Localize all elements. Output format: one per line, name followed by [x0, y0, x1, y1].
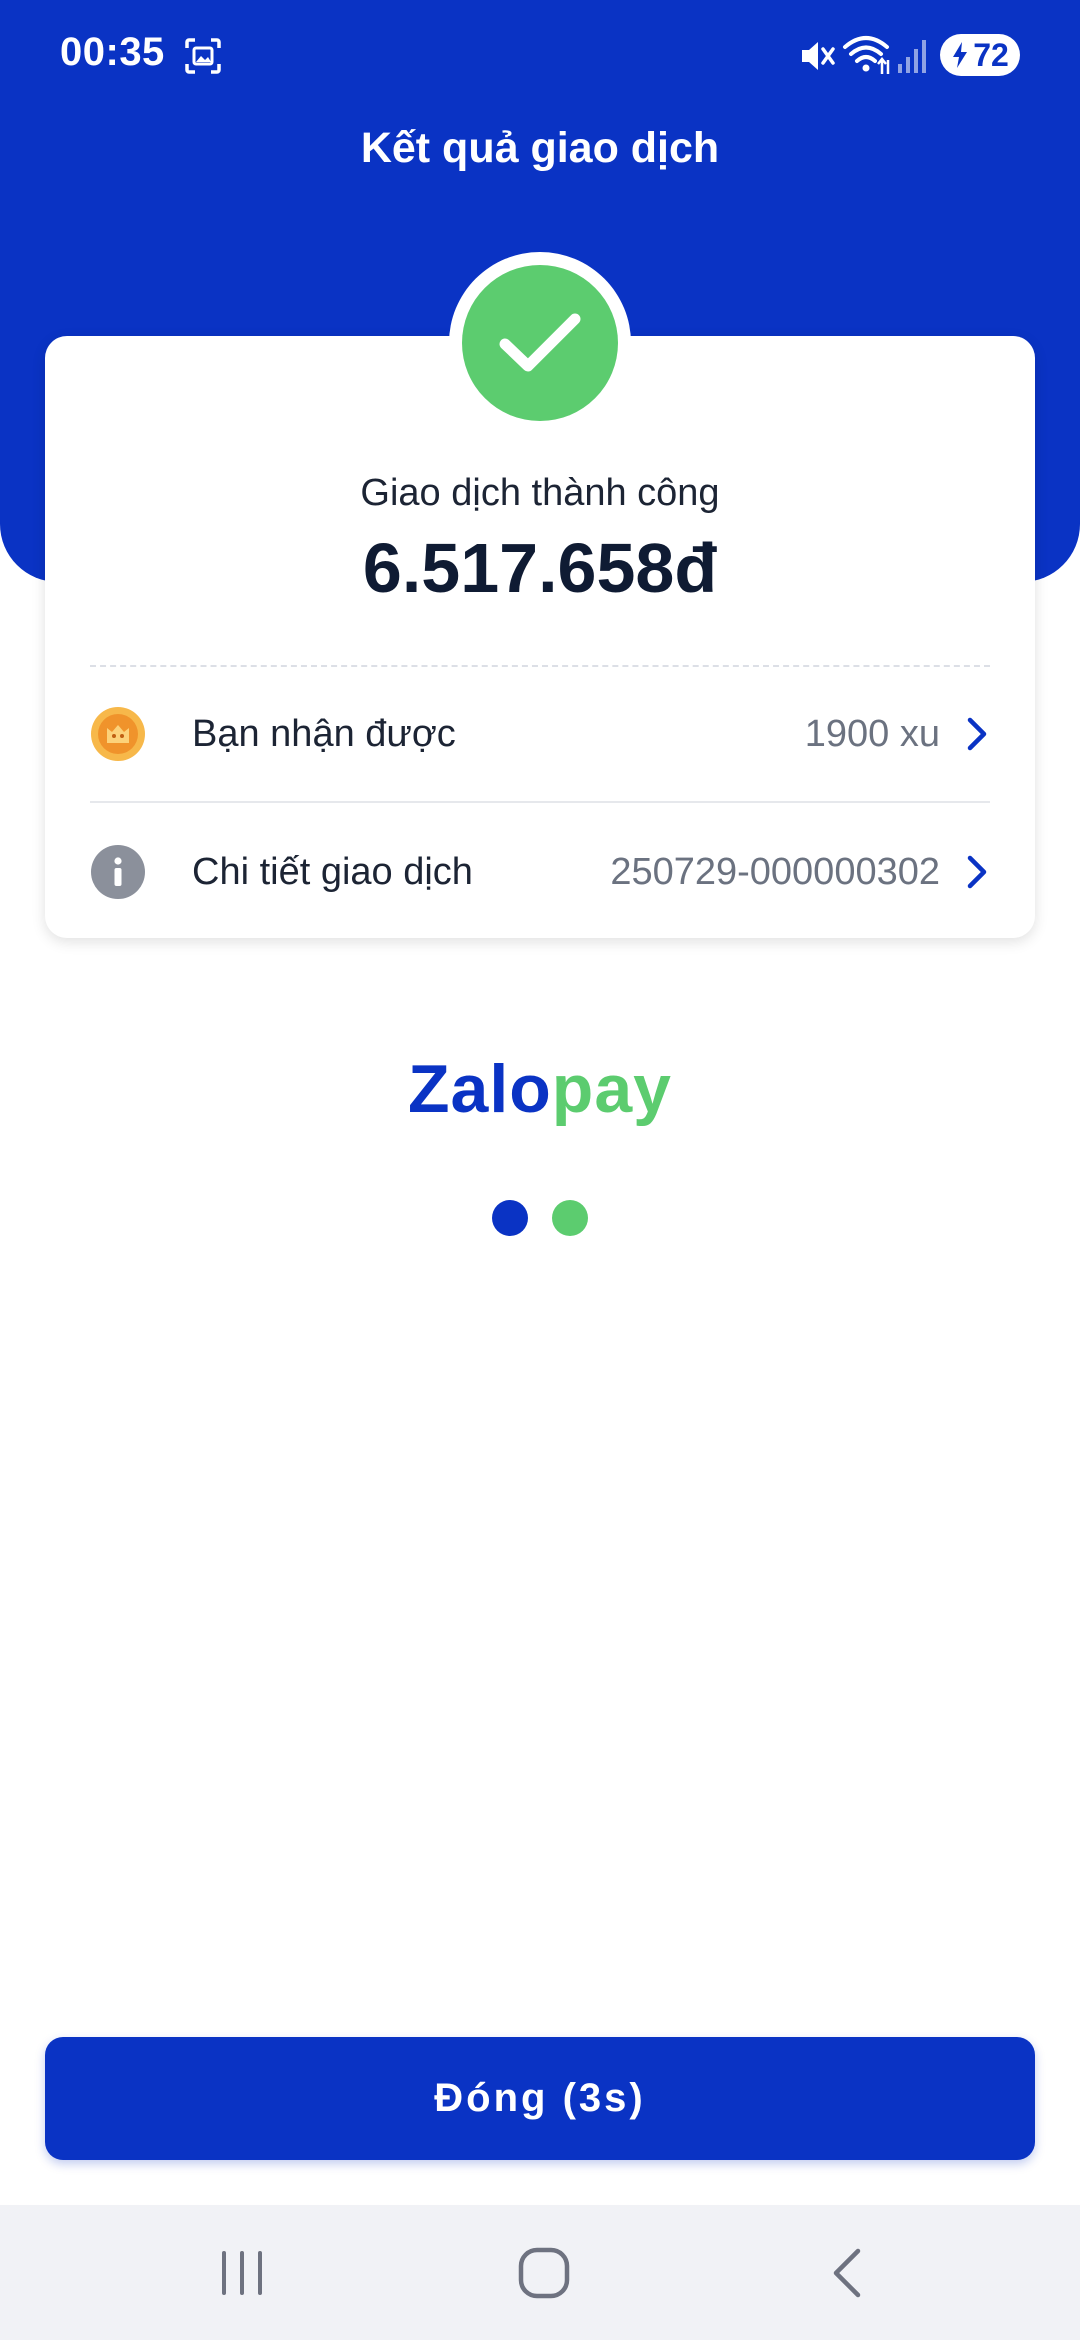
info-icon: [91, 845, 145, 899]
row-divider: [90, 801, 990, 803]
screenshot-icon: [185, 38, 221, 74]
back-icon[interactable]: [826, 2247, 866, 2299]
transaction-detail-label: Chi tiết giao dịch: [192, 850, 473, 893]
status-time: 00:35: [60, 30, 165, 74]
status-bar: 00:35 72: [0, 0, 1080, 115]
battery-indicator: 72: [940, 34, 1020, 76]
reward-label: Bạn nhận được: [192, 712, 456, 755]
reward-row[interactable]: Bạn nhận được 1900 xu: [90, 684, 990, 784]
dashed-divider: [90, 665, 990, 667]
transaction-id: 250729-000000302: [610, 850, 940, 893]
mute-icon: [802, 42, 835, 70]
close-button[interactable]: Đóng (3s): [45, 2037, 1035, 2160]
check-icon: [499, 313, 581, 372]
reward-value: 1900 xu: [804, 712, 940, 755]
chevron-right-icon: [967, 717, 987, 751]
recent-apps-icon[interactable]: [214, 2249, 270, 2297]
signal-icon: [898, 40, 926, 73]
chevron-right-icon: [967, 855, 987, 889]
transaction-detail-row[interactable]: Chi tiết giao dịch 250729-000000302: [90, 822, 990, 922]
success-badge: [449, 252, 631, 434]
loading-indicator: [492, 1200, 592, 1236]
coin-icon: [91, 707, 145, 761]
logo-part-pay: pay: [551, 1051, 672, 1127]
transaction-status: Giao dịch thành công: [360, 472, 720, 514]
transaction-amount: 6.517.658đ: [362, 529, 718, 607]
battery-level: 72: [973, 36, 1009, 73]
loading-dot-blue: [492, 1200, 528, 1236]
system-navigation-bar: [0, 2205, 1080, 2340]
success-circle: [462, 265, 618, 421]
zalopay-logo: Zalopay: [0, 1050, 1080, 1128]
battery-charging-icon: [953, 42, 968, 68]
transaction-result-screen: 00:35 72 Kết quả giao dịch Giao dịch thà…: [0, 0, 1080, 2340]
page-title: Kết quả giao dịch: [360, 124, 720, 172]
logo-part-zalo: Zalo: [408, 1051, 552, 1127]
wifi-icon: [843, 36, 890, 74]
loading-dot-green: [552, 1200, 588, 1236]
home-icon[interactable]: [516, 2245, 572, 2301]
